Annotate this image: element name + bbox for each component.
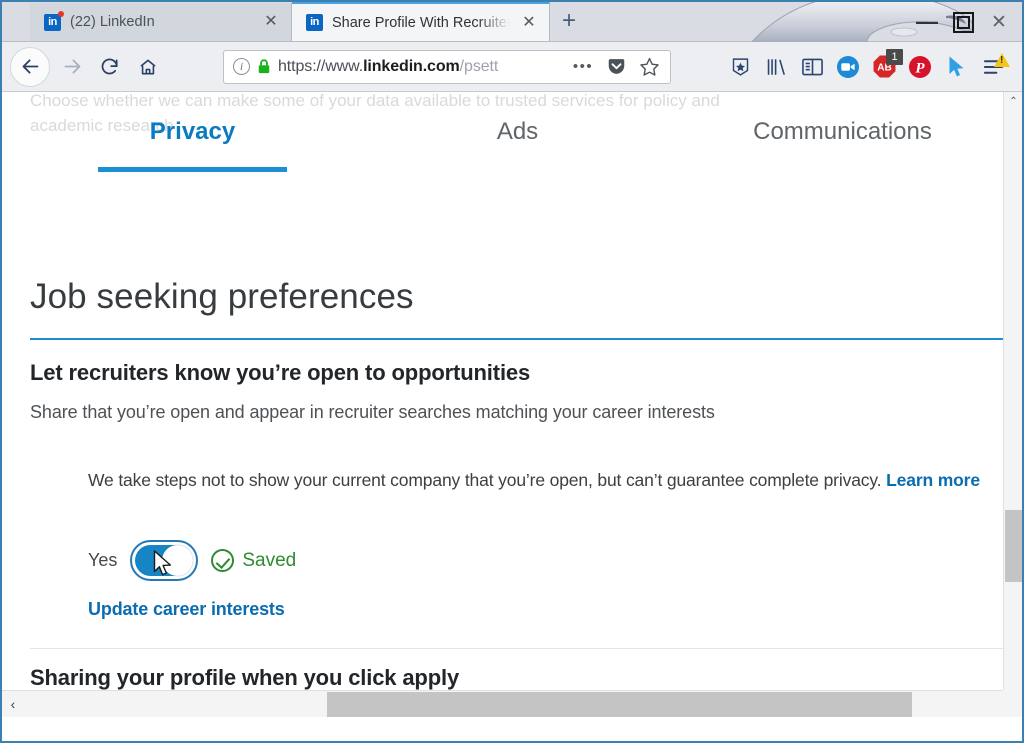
maximize-icon[interactable] [952, 11, 974, 33]
secure-lock-icon [258, 59, 270, 74]
reload-icon[interactable] [92, 49, 128, 85]
settings-page: Choose whether we can make some of your … [2, 92, 1005, 690]
close-icon[interactable]: ✕ [519, 13, 539, 33]
bookmark-star-icon[interactable] [636, 54, 662, 80]
tab-communications[interactable]: Communications [680, 114, 1005, 146]
page-title: Job seeking preferences [30, 277, 414, 316]
url-host: linkedin.com [363, 57, 460, 75]
section-divider [30, 648, 1005, 649]
url-path: /psett [459, 57, 499, 75]
browser-window: in (22) LinkedIn ✕ in Share Profile With… [0, 0, 1024, 743]
tab-ads[interactable]: Ads [355, 114, 680, 146]
tab-title: (22) LinkedIn [70, 14, 155, 30]
vertical-scrollbar[interactable]: ⌃ ⌄ [1003, 92, 1022, 717]
scrollbar-corner [1003, 690, 1022, 717]
new-tab-button[interactable]: + [550, 3, 588, 41]
scroll-left-arrow-icon[interactable]: ‹ [2, 691, 24, 717]
tab-title: Share Profile With Recruiter | Li [332, 14, 510, 31]
open-to-opportunities-toggle-row: Yes Saved [88, 540, 296, 581]
browser-tab-share-profile[interactable]: in Share Profile With Recruiter | Li ✕ [292, 2, 550, 41]
linkedin-icon: in [306, 14, 323, 31]
minimize-icon[interactable]: — [916, 11, 938, 33]
open-to-opportunities-toggle[interactable] [130, 540, 199, 581]
title-underline [30, 338, 1005, 340]
browser-tab-linkedin[interactable]: in (22) LinkedIn ✕ [30, 3, 292, 41]
pinterest-icon[interactable]: P [904, 50, 936, 84]
url-scheme: https://www. [278, 57, 364, 75]
pocket-icon[interactable] [603, 54, 629, 80]
toggle-label-yes: Yes [88, 550, 118, 570]
horizontal-scroll-track[interactable] [24, 691, 1000, 717]
scroll-up-arrow-icon[interactable]: ⌃ [1004, 92, 1022, 111]
extension-toolbar: AB 1 P [724, 48, 1014, 84]
url-text[interactable]: https://www.linkedin.com/psett [278, 58, 563, 76]
forward-arrow-icon [54, 49, 90, 85]
section-heading-open-to-opportunities: Let recruiters know you’re open to oppor… [30, 360, 531, 385]
page-actions-icon[interactable]: ••• [570, 54, 596, 80]
back-arrow-icon[interactable] [10, 46, 50, 87]
pocket-save-icon[interactable] [724, 50, 756, 84]
window-controls: — ✕ [916, 2, 1022, 42]
status-badge: Saved [211, 549, 296, 572]
saved-status-text: Saved [242, 549, 297, 571]
library-icon[interactable] [760, 50, 792, 84]
tab-strip: in (22) LinkedIn ✕ in Share Profile With… [2, 2, 1022, 79]
notification-dot-icon [58, 10, 64, 17]
privacy-notice-sentence: We take steps not to show your current c… [88, 470, 882, 490]
adblock-icon[interactable]: AB 1 [868, 48, 903, 84]
linkedin-icon: in [44, 10, 64, 31]
vertical-scroll-thumb[interactable] [1005, 510, 1022, 582]
horizontal-scroll-thumb[interactable] [327, 692, 912, 717]
update-career-interests-link[interactable]: Update career interests [88, 597, 285, 622]
page-content: Choose whether we can make some of your … [2, 92, 1022, 717]
favicon-text: in [48, 15, 57, 28]
navigation-toolbar: i https://www.linkedin.com/psett ••• AB … [2, 42, 1022, 92]
privacy-notice-text: We take steps not to show your current c… [88, 468, 1005, 493]
toggle-knob[interactable] [162, 545, 194, 576]
toggle-track [135, 545, 194, 576]
cursor-pointer-icon[interactable] [940, 50, 972, 84]
close-icon[interactable]: ✕ [261, 12, 281, 32]
svg-text:P: P [915, 60, 925, 76]
section-heading-sharing-profile: Sharing your profile when you click appl… [30, 665, 460, 690]
section-body-open-to-opportunities: Share that you’re open and appear in rec… [30, 402, 715, 422]
url-bar[interactable]: i https://www.linkedin.com/psett ••• [223, 49, 671, 84]
video-call-icon[interactable] [832, 50, 864, 84]
page-info-icon[interactable]: i [233, 58, 250, 75]
check-circle-icon [211, 549, 235, 572]
favicon-text: in [310, 16, 319, 28]
learn-more-link[interactable]: Learn more [886, 470, 980, 490]
adblock-badge-count: 1 [886, 48, 903, 65]
menu-icon[interactable] [976, 50, 1010, 84]
home-icon[interactable] [130, 49, 166, 85]
tab-privacy[interactable]: Privacy [30, 114, 355, 172]
warning-triangle-icon [994, 52, 1010, 67]
settings-tab-bar: Privacy Ads Communications [30, 114, 1005, 172]
sidebar-icon[interactable] [796, 50, 828, 84]
close-window-icon[interactable]: ✕ [988, 11, 1010, 33]
horizontal-scrollbar[interactable]: ‹ › [2, 690, 1022, 717]
